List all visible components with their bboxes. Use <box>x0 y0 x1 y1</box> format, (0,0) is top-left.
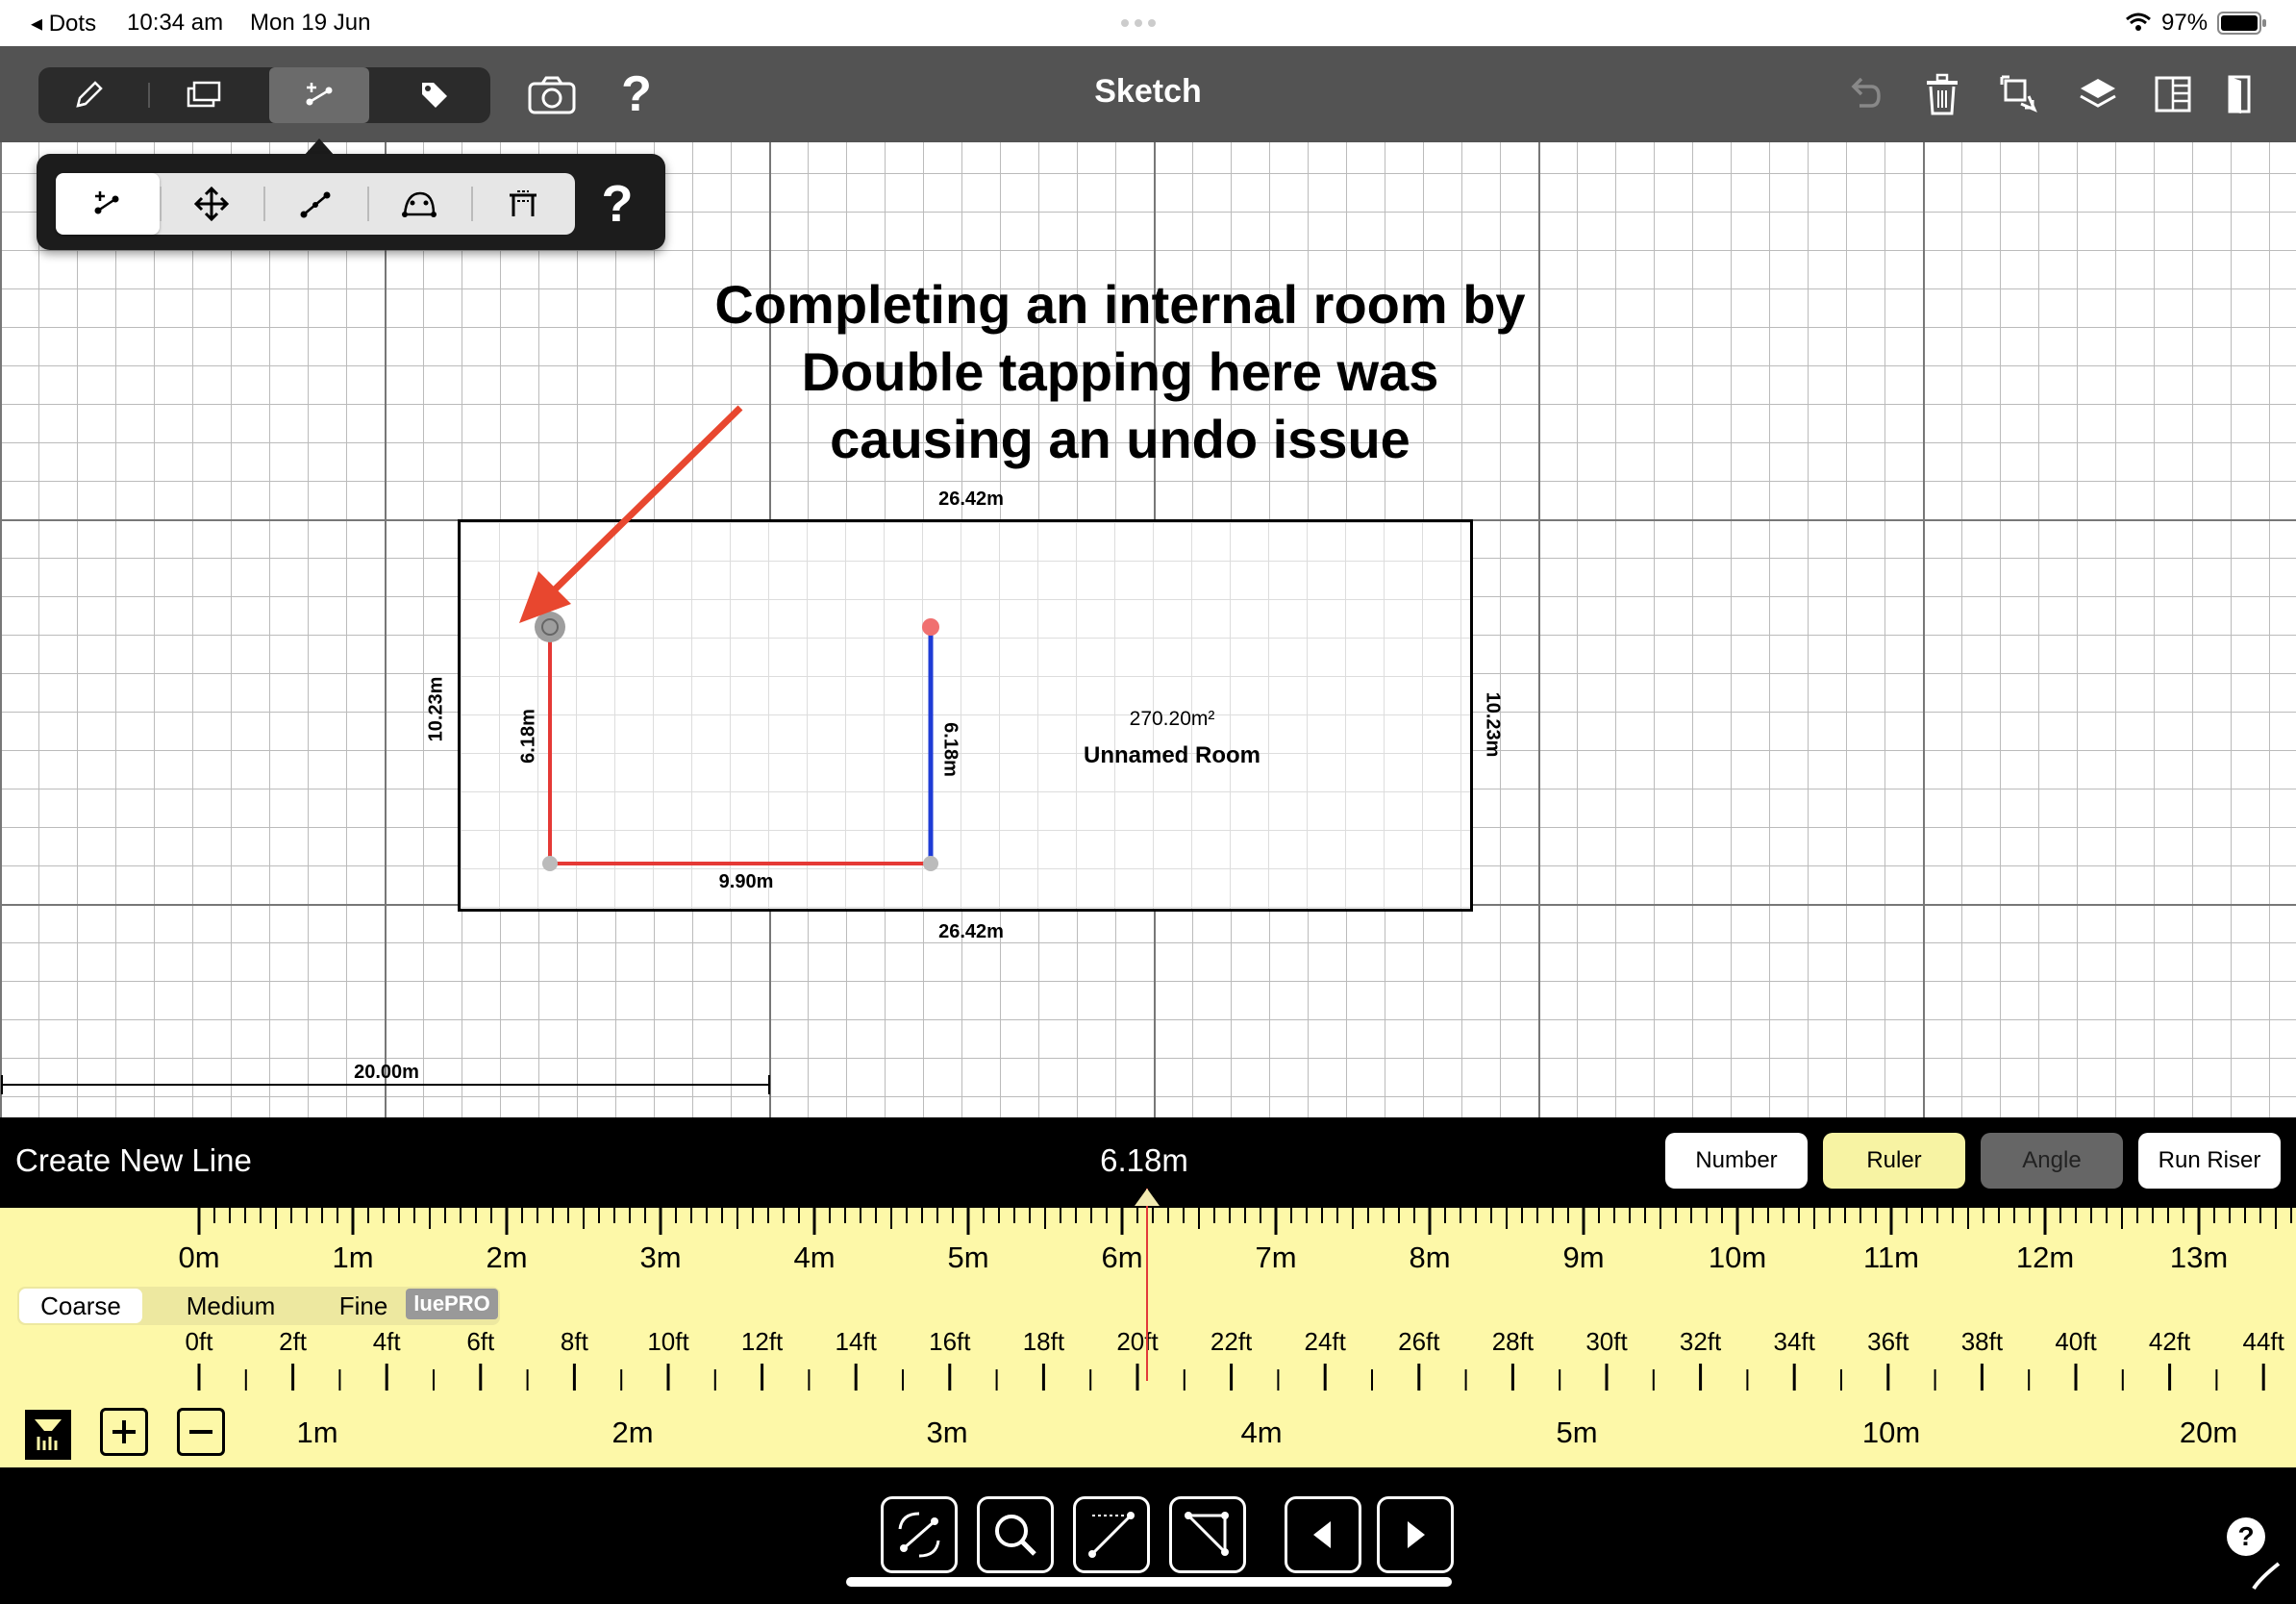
feet-label: 26ft <box>1398 1327 1440 1356</box>
corner-node[interactable] <box>542 856 558 871</box>
metre-label: 8m <box>1409 1241 1451 1274</box>
granularity-medium-button[interactable]: Medium <box>152 1287 310 1325</box>
metre-label: 11m <box>1862 1241 1919 1274</box>
feet-label: 44ft <box>2242 1327 2284 1356</box>
active-node[interactable] <box>922 618 939 636</box>
zoom-button[interactable] <box>977 1496 1054 1573</box>
granularity-segmented-control: Coarse Medium Fine luePRO <box>17 1287 500 1325</box>
feet-label: 14ft <box>835 1327 877 1356</box>
metre-label: 13m <box>2169 1241 2229 1274</box>
metre-label: 2m <box>486 1241 528 1274</box>
corner-node[interactable] <box>923 856 938 871</box>
feet-label: 10ft <box>647 1327 689 1356</box>
metre-label: 3m <box>639 1241 682 1274</box>
feet-label: 36ft <box>1867 1327 1909 1356</box>
zoom-level-option[interactable]: 20m <box>2160 1416 2257 1450</box>
tape-measure-icon <box>35 1419 62 1450</box>
metre-label: 7m <box>1255 1241 1297 1274</box>
metre-label: 12m <box>2015 1241 2075 1274</box>
zoom-level-option[interactable]: 10m <box>1843 1416 1939 1450</box>
ruler-cursor-pointer <box>1135 1189 1160 1206</box>
metre-label: 5m <box>947 1241 989 1274</box>
feet-label: 16ft <box>929 1327 971 1356</box>
feet-label: 12ft <box>740 1327 784 1356</box>
diagonal-line-icon <box>1088 1512 1135 1558</box>
magnifier-icon <box>995 1515 1036 1556</box>
pencil-hover-icon <box>2252 1562 2281 1591</box>
feet-label: 8ft <box>560 1327 588 1356</box>
mode-angle-button[interactable]: Angle <box>1981 1133 2123 1189</box>
sketch-lines <box>1 405 939 1094</box>
minus-icon <box>189 1430 212 1434</box>
snap-line-button[interactable] <box>1073 1496 1150 1573</box>
metre-label: 10m <box>1708 1241 1767 1274</box>
feet-label: 42ft <box>2148 1327 2191 1356</box>
previous-button[interactable] <box>1285 1496 1361 1573</box>
inner-bottom-dimension: 9.90m <box>718 871 774 892</box>
mode-number-button[interactable]: Number <box>1665 1133 1808 1189</box>
ruler-cursor <box>1146 1189 1148 1381</box>
metre-label: 9m <box>1562 1241 1605 1274</box>
granularity-fine-button[interactable]: Fine <box>310 1287 417 1325</box>
panel-title: Create New Line <box>15 1142 252 1178</box>
home-indicator <box>846 1577 1452 1587</box>
zoom-level-option[interactable]: 4m <box>1213 1416 1310 1450</box>
feet-label: 2ft <box>279 1327 308 1356</box>
current-length-value: 6.18m <box>1100 1142 1188 1178</box>
zoom-in-button[interactable] <box>100 1408 148 1456</box>
zoom-level-option[interactable]: 2m <box>585 1416 681 1450</box>
dock-help-button[interactable]: ? <box>2227 1517 2265 1556</box>
triangle-left-icon <box>1313 1521 1331 1548</box>
feet-label: 20ft <box>1116 1327 1159 1356</box>
feet-label: 18ft <box>1022 1327 1065 1356</box>
start-node-handle[interactable] <box>535 612 565 642</box>
feet-label: 30ft <box>1585 1327 1628 1356</box>
feet-label: 4ft <box>372 1327 401 1356</box>
measure-mode-button[interactable] <box>25 1410 71 1460</box>
metre-label: 0m <box>178 1241 220 1274</box>
zoom-level-option[interactable]: 5m <box>1529 1416 1625 1450</box>
metre-label: 6m <box>1101 1241 1143 1274</box>
zoom-level-option[interactable]: 3m <box>899 1416 995 1450</box>
mode-ruler-button[interactable]: Ruler <box>1823 1133 1965 1189</box>
mode-run-riser-button[interactable]: Run Riser <box>2138 1133 2281 1189</box>
inner-right-dimension: 6.18m <box>939 722 961 777</box>
zoom-level-option[interactable]: 1m <box>269 1416 365 1450</box>
close-shape-button[interactable] <box>1169 1496 1246 1573</box>
feet-label: 22ft <box>1210 1327 1253 1356</box>
inner-left-dimension: 6.18m <box>517 709 539 764</box>
scale-bar-label: 20.00m <box>354 1062 419 1083</box>
feet-label: 40ft <box>2055 1327 2097 1356</box>
metre-label: 4m <box>793 1241 836 1274</box>
rotate-line-icon <box>898 1512 940 1558</box>
zoom-out-button[interactable] <box>177 1408 225 1456</box>
annotation-arrow-shaft <box>549 405 743 595</box>
close-shape-icon <box>1185 1512 1229 1556</box>
metre-label: 1m <box>332 1241 374 1274</box>
feet-label: 38ft <box>1960 1327 2004 1356</box>
feet-label: 32ft <box>1679 1327 1722 1356</box>
granularity-coarse-button[interactable]: Coarse <box>19 1289 142 1323</box>
feet-label: 0ft <box>185 1327 213 1356</box>
rotate-button[interactable] <box>881 1496 958 1573</box>
plus-icon <box>112 1420 136 1443</box>
feet-label: 34ft <box>1773 1327 1815 1356</box>
feet-label: 6ft <box>466 1327 495 1356</box>
triangle-right-icon <box>1408 1521 1425 1548</box>
feet-label: 28ft <box>1491 1327 1535 1356</box>
feet-label: 24ft <box>1304 1327 1346 1356</box>
pro-badge: luePRO <box>406 1289 498 1319</box>
next-button[interactable] <box>1377 1496 1454 1573</box>
